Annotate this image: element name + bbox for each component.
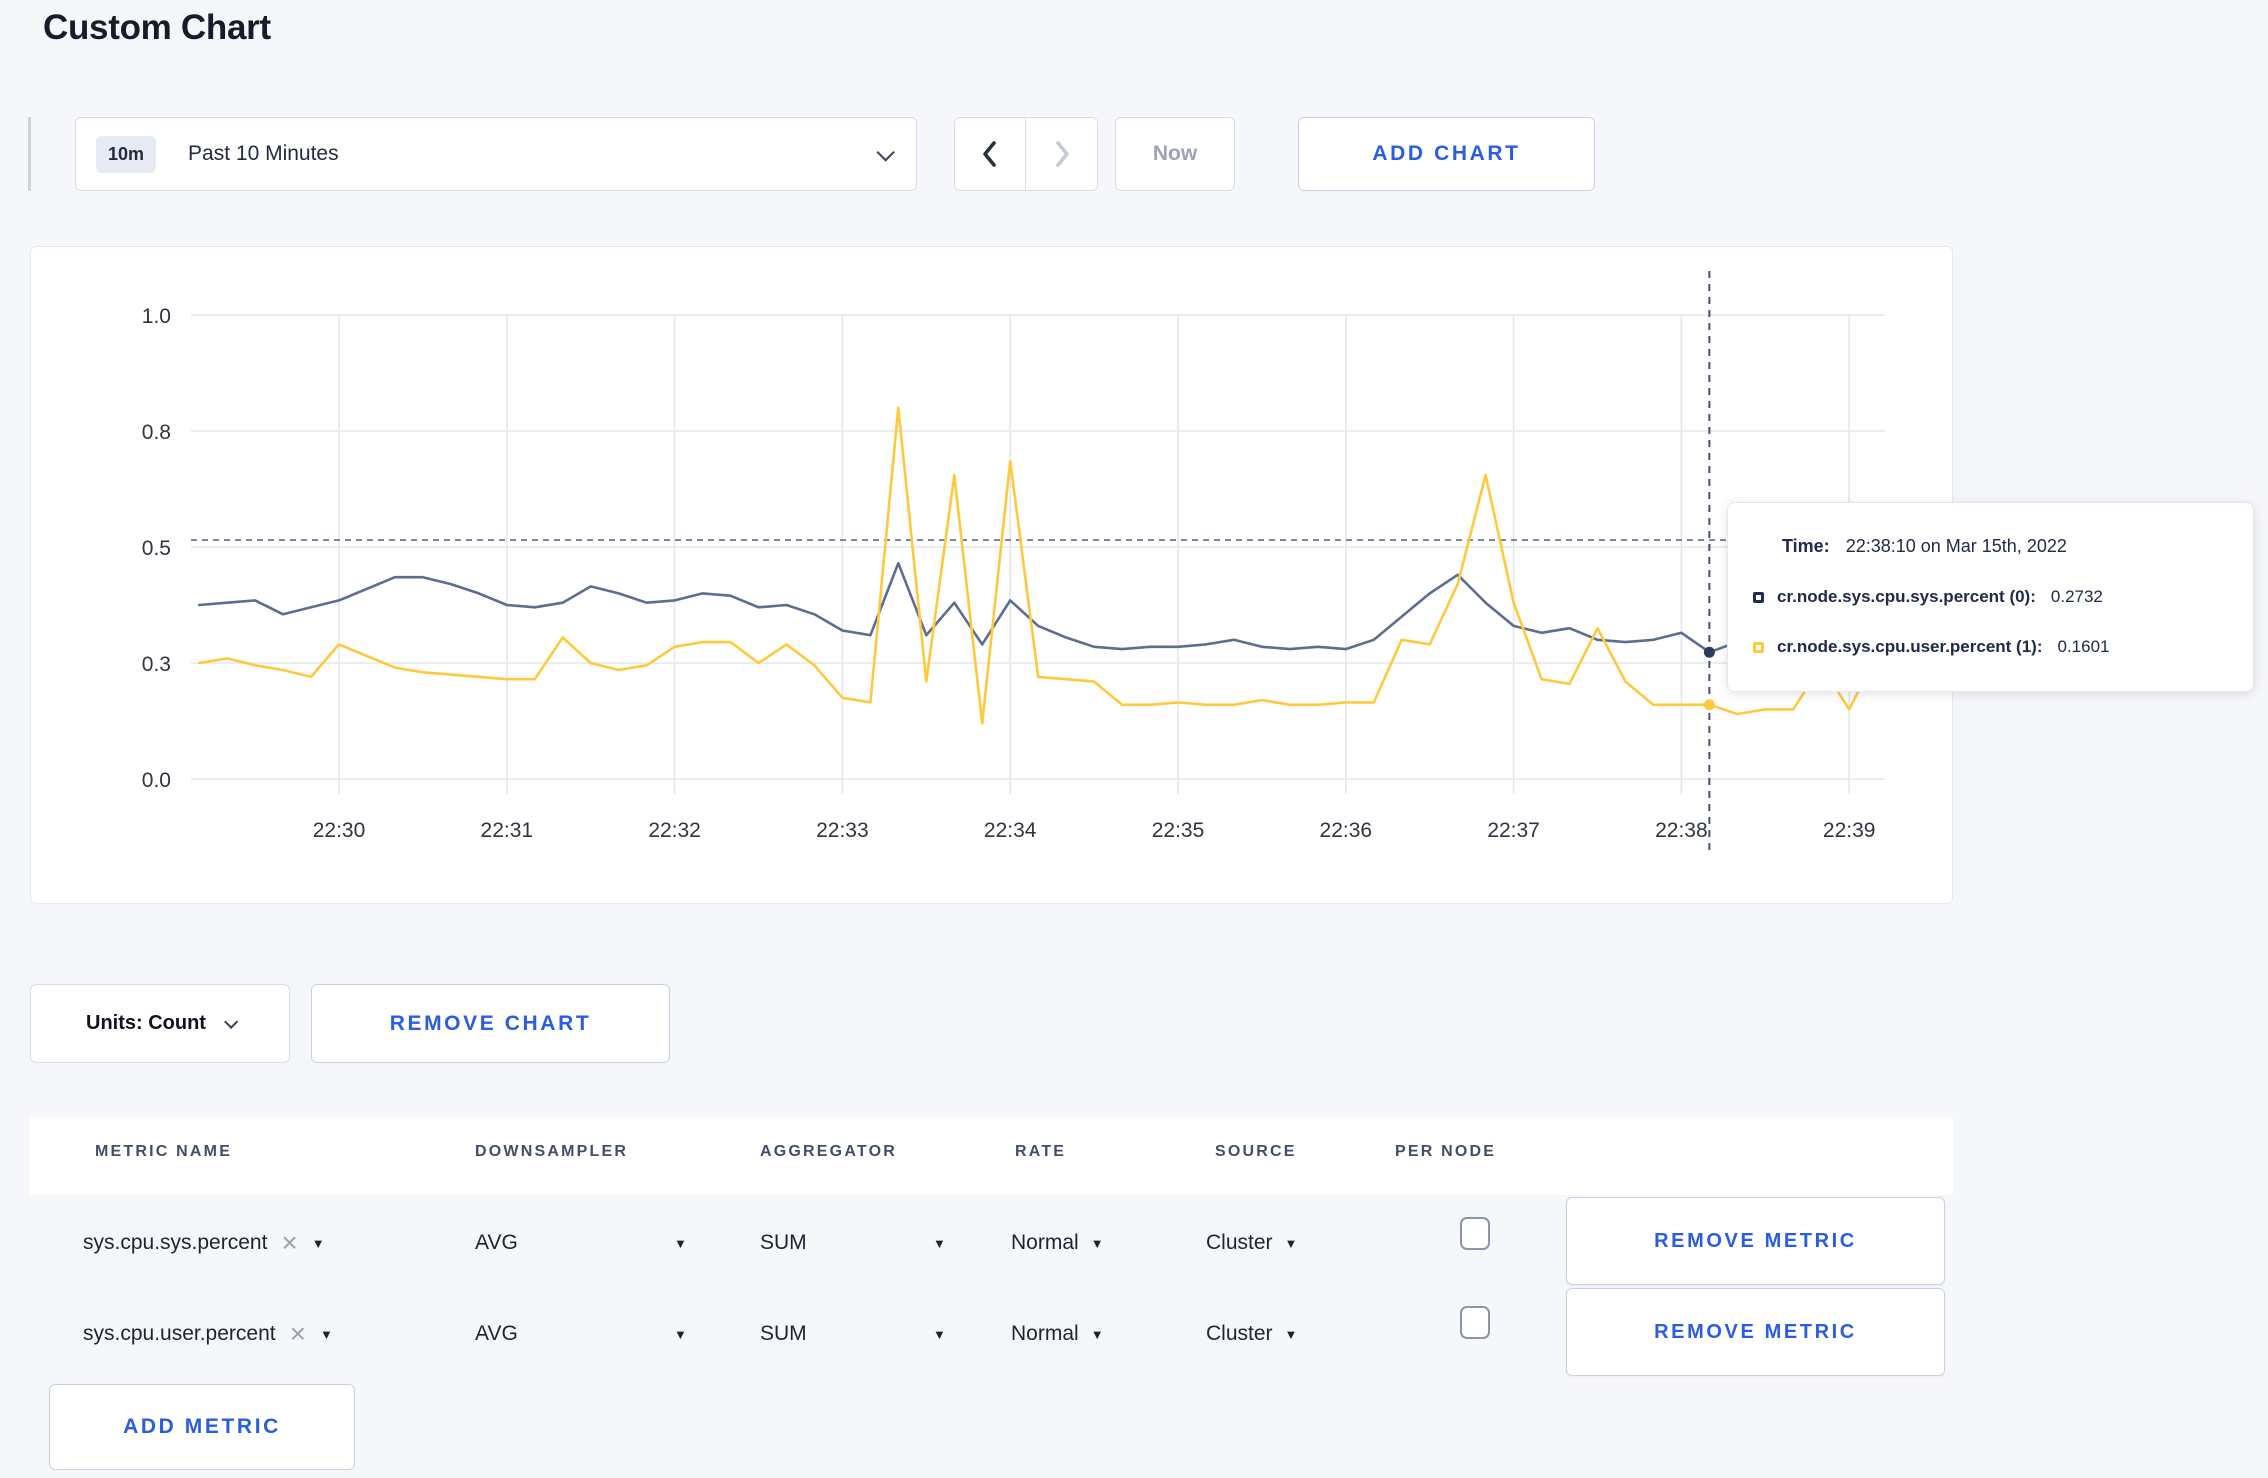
svg-text:22:34: 22:34 <box>984 819 1037 842</box>
metric-name-select[interactable]: sys.cpu.user.percent × ▼ <box>83 1288 333 1380</box>
dropdown-caret-icon: ▼ <box>1090 1235 1104 1251</box>
add-chart-button[interactable]: ADD CHART <box>1298 117 1595 191</box>
rate-select[interactable]: Normal ▼ <box>1011 1197 1104 1289</box>
custom-chart-page: Custom Chart 10m Past 10 Minutes Now ADD… <box>0 0 2268 1478</box>
dropdown-caret-icon[interactable]: ▼ <box>674 1288 687 1380</box>
svg-text:22:38: 22:38 <box>1655 819 1708 842</box>
tooltip-series-row: cr.node.sys.cpu.sys.percent (0): 0.2732 <box>1728 587 2253 607</box>
svg-text:0.0: 0.0 <box>142 769 171 792</box>
aggregator-select[interactable]: SUM <box>760 1288 807 1380</box>
source-value: Cluster <box>1206 1322 1273 1345</box>
svg-text:22:31: 22:31 <box>481 819 534 842</box>
metric-name-select[interactable]: sys.cpu.sys.percent × ▼ <box>83 1197 325 1289</box>
header-source: SOURCE <box>1215 1143 1297 1160</box>
downsampler-select[interactable]: AVG <box>475 1288 518 1380</box>
per-node-checkbox[interactable] <box>1460 1217 1490 1250</box>
source-select[interactable]: Cluster ▼ <box>1206 1288 1297 1380</box>
tooltip-time-value: 22:38:10 on Mar 15th, 2022 <box>1845 536 2067 556</box>
svg-text:22:37: 22:37 <box>1487 819 1540 842</box>
units-label: Units: Count <box>86 1012 206 1034</box>
chart-tooltip: Time: 22:38:10 on Mar 15th, 2022 cr.node.… <box>1727 502 2254 692</box>
remove-metric-button[interactable]: REMOVE METRIC <box>1566 1197 1945 1285</box>
chart-panel: 0.0 0.3 0.5 0.8 1.0 22:30 22:31 22:32 22:33 22:34… <box>30 246 1953 904</box>
tooltip-time-label: Time: <box>1782 536 1830 556</box>
chevron-left-icon <box>983 141 996 167</box>
metric-row: sys.cpu.user.percent × ▼ AVG ▼ SUM ▼ Nor… <box>30 1288 1953 1380</box>
add-metric-button[interactable]: ADD METRIC <box>49 1384 355 1470</box>
tooltip-series-name: cr.node.sys.cpu.user.percent (1): <box>1777 637 2043 656</box>
svg-text:1.0: 1.0 <box>142 305 171 328</box>
prev-time-button[interactable] <box>955 118 1026 190</box>
aggregator-select[interactable]: SUM <box>760 1197 807 1289</box>
dropdown-caret-icon[interactable]: ▼ <box>933 1288 946 1380</box>
sys-series-swatch-icon <box>1753 591 1764 603</box>
header-metric-name: METRIC NAME <box>95 1143 233 1160</box>
remove-metric-button[interactable]: REMOVE METRIC <box>1566 1288 1945 1376</box>
dropdown-caret-icon: ▼ <box>319 1326 333 1342</box>
per-node-checkbox[interactable] <box>1460 1306 1490 1339</box>
dropdown-caret-icon: ▼ <box>1090 1326 1104 1342</box>
metrics-table-header: METRIC NAME DOWNSAMPLER AGGREGATOR RATE … <box>30 1117 1953 1195</box>
time-window-label: Past 10 Minutes <box>188 142 339 165</box>
dropdown-caret-icon: ▼ <box>1284 1235 1298 1251</box>
metric-name-value: sys.cpu.sys.percent <box>83 1231 268 1254</box>
tooltip-series-name: cr.node.sys.cpu.sys.percent (0): <box>1777 587 2036 606</box>
time-window-badge: 10m <box>96 135 157 173</box>
svg-text:0.3: 0.3 <box>142 653 171 676</box>
source-value: Cluster <box>1206 1231 1273 1254</box>
clear-metric-icon[interactable]: × <box>281 1229 297 1257</box>
svg-text:22:35: 22:35 <box>1152 819 1205 842</box>
now-button[interactable]: Now <box>1115 117 1235 191</box>
units-dropdown[interactable]: Units: Count <box>30 984 290 1063</box>
next-time-button[interactable] <box>1026 118 1097 190</box>
dropdown-caret-icon[interactable]: ▼ <box>674 1197 687 1289</box>
source-select[interactable]: Cluster ▼ <box>1206 1197 1297 1289</box>
clear-metric-icon[interactable]: × <box>290 1320 306 1348</box>
rate-value: Normal <box>1011 1231 1079 1254</box>
time-window-dropdown[interactable]: 10m Past 10 Minutes <box>75 117 917 191</box>
dropdown-caret-icon[interactable]: ▼ <box>933 1197 946 1289</box>
tooltip-series-value: 0.2732 <box>2050 587 2103 606</box>
metric-row: sys.cpu.sys.percent × ▼ AVG ▼ SUM ▼ Norm… <box>30 1197 1953 1289</box>
svg-text:22:32: 22:32 <box>648 819 701 842</box>
tooltip-time-row: Time: 22:38:10 on Mar 15th, 2022 <box>1728 536 2253 557</box>
user-series-swatch-icon <box>1753 641 1764 653</box>
svg-text:22:33: 22:33 <box>816 819 869 842</box>
page-title: Custom Chart <box>43 8 271 47</box>
tooltip-series-value: 0.1601 <box>2057 637 2110 656</box>
chevron-down-icon <box>224 1014 239 1029</box>
remove-chart-button[interactable]: REMOVE CHART <box>311 984 670 1063</box>
dropdown-caret-icon: ▼ <box>311 1235 325 1251</box>
rate-select[interactable]: Normal ▼ <box>1011 1288 1104 1380</box>
svg-text:22:39: 22:39 <box>1823 819 1876 842</box>
timeseries-chart[interactable]: 0.0 0.3 0.5 0.8 1.0 22:30 22:31 22:32 22:33 22:34… <box>31 247 1954 905</box>
header-per-node: PER NODE <box>1395 1143 1497 1160</box>
svg-text:0.8: 0.8 <box>142 421 171 444</box>
header-rate: RATE <box>1015 1143 1067 1160</box>
left-rule <box>28 117 31 191</box>
svg-text:22:36: 22:36 <box>1320 819 1373 842</box>
svg-text:0.5: 0.5 <box>142 537 171 560</box>
time-pager <box>954 117 1098 191</box>
chevron-down-icon <box>876 142 895 162</box>
rate-value: Normal <box>1011 1322 1079 1345</box>
metric-name-value: sys.cpu.user.percent <box>83 1322 276 1345</box>
svg-text:22:30: 22:30 <box>313 819 366 842</box>
header-aggregator: AGGREGATOR <box>760 1143 897 1160</box>
downsampler-select[interactable]: AVG <box>475 1197 518 1289</box>
tooltip-series-row: cr.node.sys.cpu.user.percent (1): 0.1601 <box>1728 637 2253 657</box>
chevron-right-icon <box>1055 141 1069 167</box>
dropdown-caret-icon: ▼ <box>1284 1326 1298 1342</box>
header-downsampler: DOWNSAMPLER <box>475 1143 629 1160</box>
